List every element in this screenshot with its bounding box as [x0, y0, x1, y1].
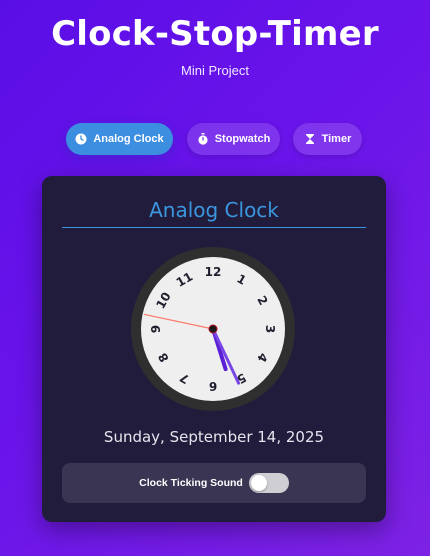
toggle-knob: [250, 475, 267, 491]
clock-numeral-9: 9: [149, 325, 163, 333]
clock-numeral-6: 6: [209, 379, 217, 393]
clock-center-pin: [208, 324, 218, 334]
app-subtitle: Mini Project: [181, 63, 249, 78]
tab-timer[interactable]: Timer: [293, 123, 362, 155]
ticking-sound-toggle[interactable]: [248, 473, 289, 493]
clock-face-svg: 12 1234567891011: [131, 247, 295, 411]
hourglass-icon: [305, 134, 314, 144]
tab-label: Analog Clock: [93, 133, 164, 145]
tab-label: Timer: [321, 133, 352, 145]
clock-numeral-12: 12: [205, 265, 222, 279]
stopwatch-icon: [198, 133, 208, 145]
mode-tabs: Analog Clock Stopwatch Timer: [0, 123, 430, 157]
clock-icon: [75, 133, 87, 145]
analog-clock: 12 1 2 3 4 5 6 7 8 9 10 11: [130, 246, 296, 412]
ticking-sound-label: Clock Ticking Sound: [139, 477, 243, 489]
current-date: Sunday, September 14, 2025: [103, 428, 325, 446]
tab-stopwatch[interactable]: Stopwatch: [187, 123, 280, 155]
title-divider: [62, 227, 366, 228]
clock-numeral-3: 3: [263, 325, 277, 333]
card-title: Analog Clock: [149, 198, 279, 222]
analog-clock-card: Analog Clock 12 1 2 3 4 5 6 7 8 9 10 11 Sunday, Sep…: [42, 176, 386, 522]
tab-label: Stopwatch: [214, 133, 271, 145]
ticking-sound-panel: Clock Ticking Sound: [62, 463, 366, 503]
tab-analog-clock[interactable]: Analog Clock: [66, 123, 173, 155]
app-title: Clock-Stop-Timer: [51, 14, 379, 54]
